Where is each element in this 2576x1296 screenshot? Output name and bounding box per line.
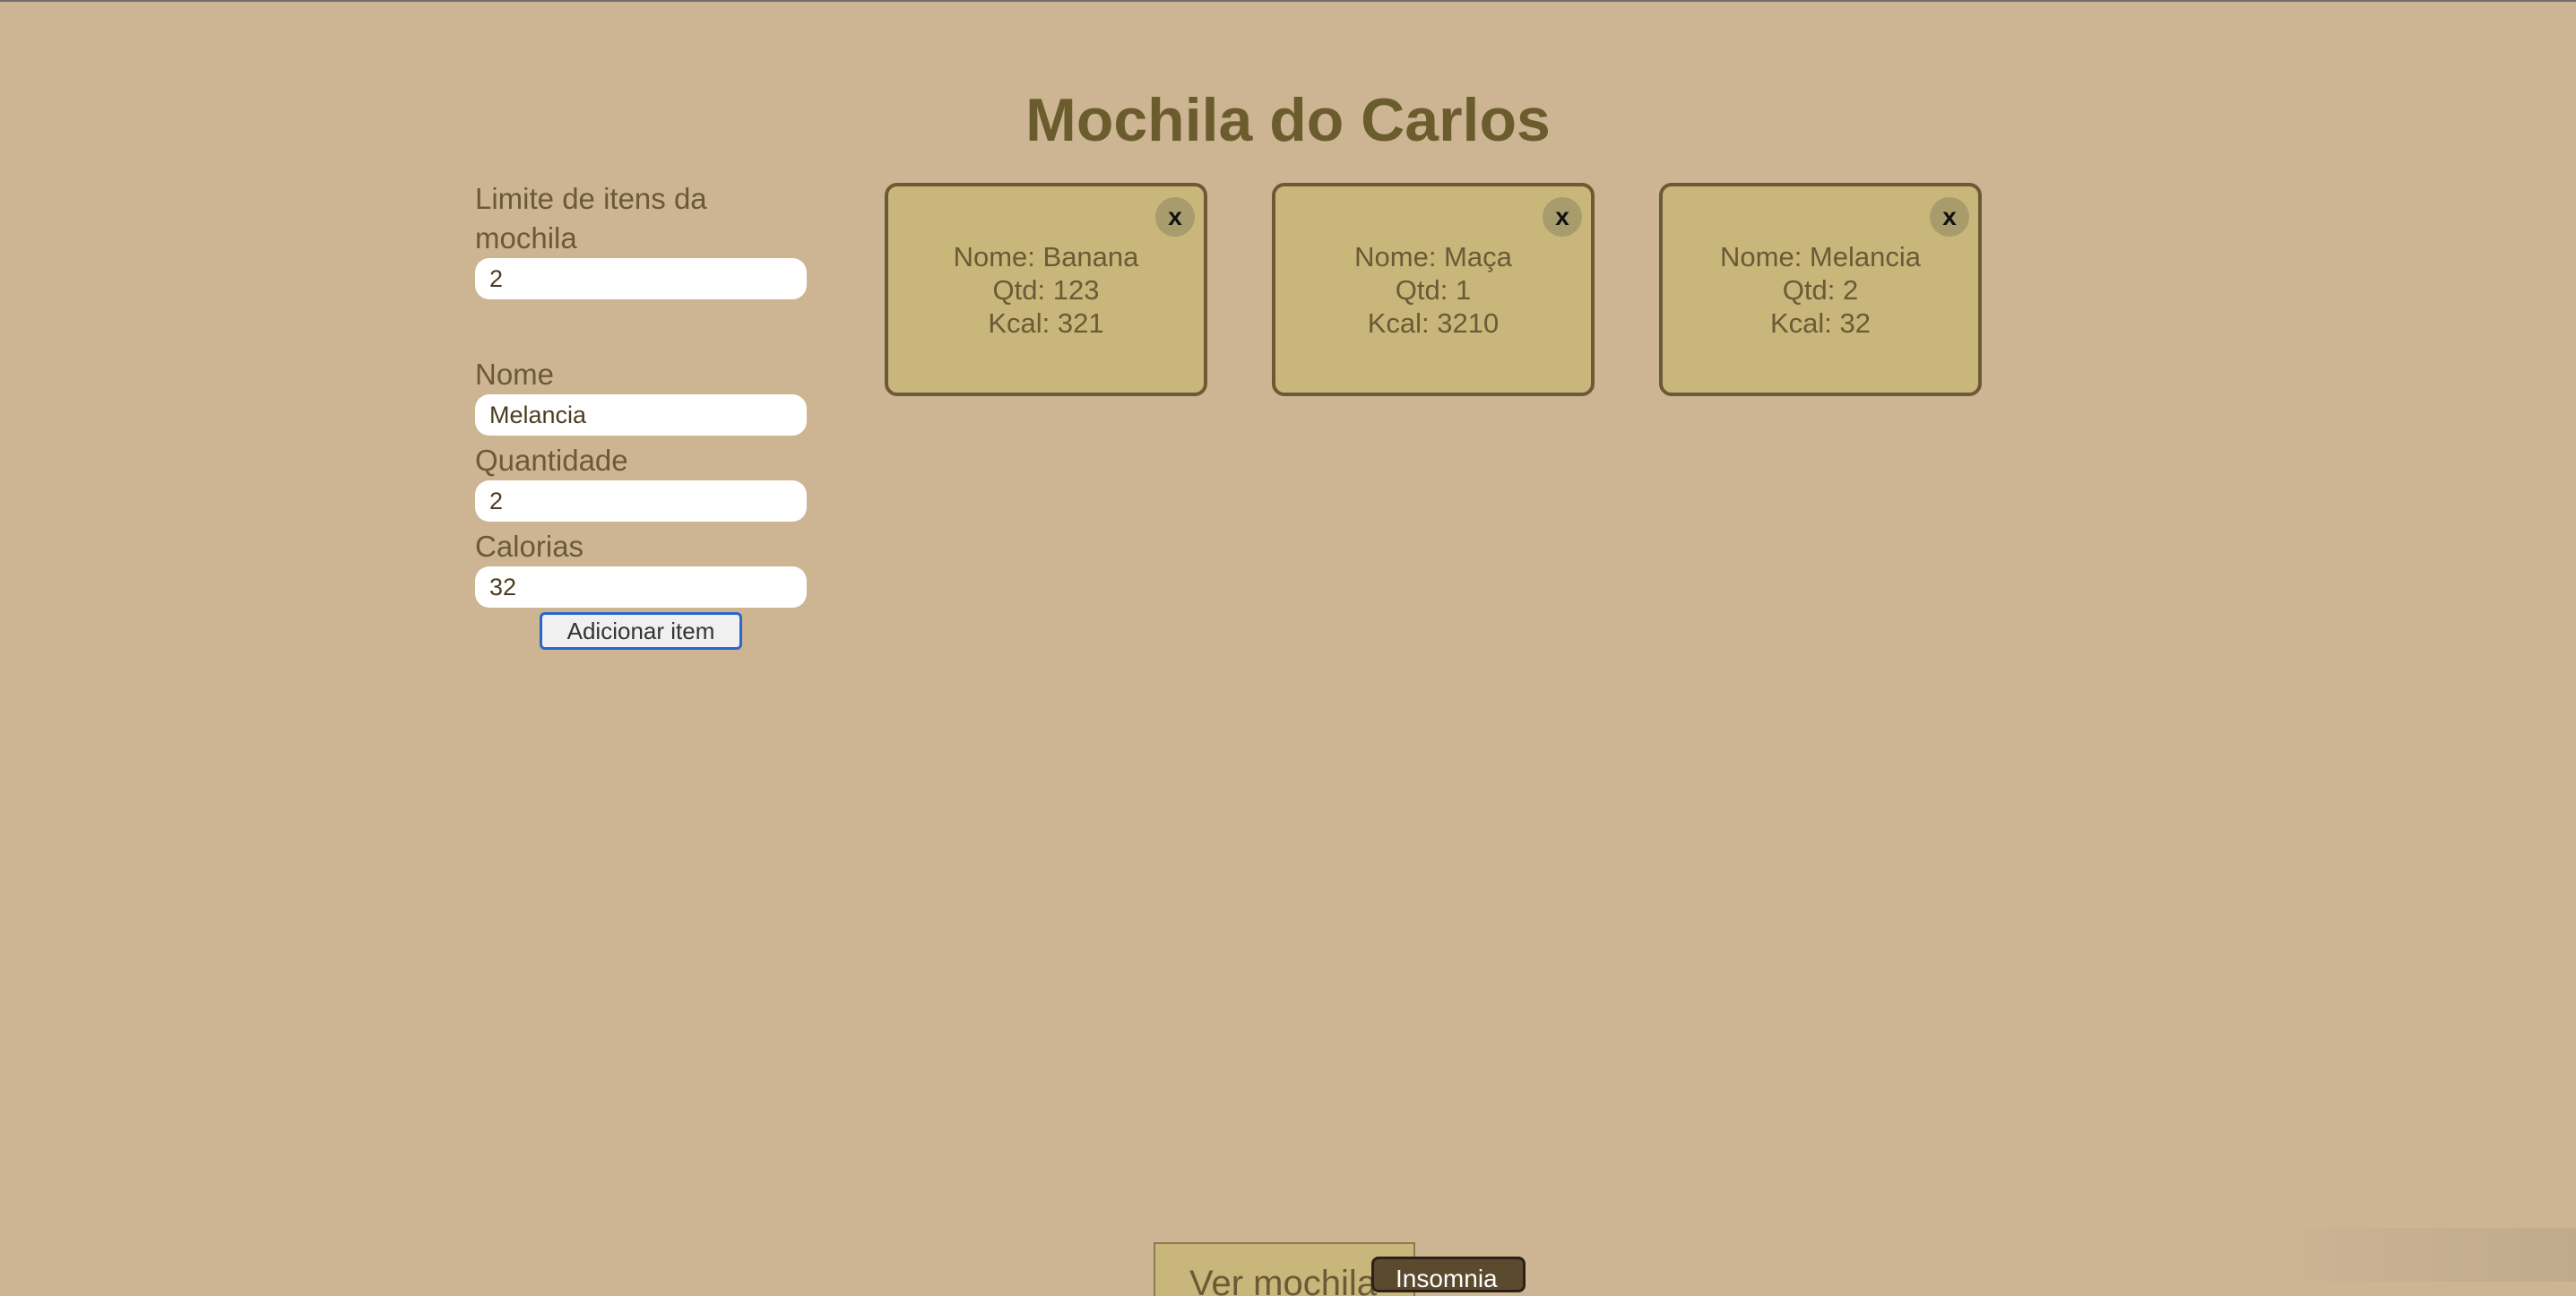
name-label: Nome bbox=[475, 355, 808, 394]
item-card-body: Nome: Melancia Qtd: 2 Kcal: 32 bbox=[1663, 240, 1978, 340]
remove-item-button[interactable]: x bbox=[1543, 197, 1582, 237]
item-name: Nome: Maça bbox=[1275, 240, 1591, 273]
item-card: x Nome: Maça Qtd: 1 Kcal: 3210 bbox=[1272, 183, 1595, 396]
item-name: Nome: Melancia bbox=[1663, 240, 1978, 273]
add-item-button[interactable]: Adicionar item bbox=[540, 612, 742, 650]
calories-field-group: Calorias bbox=[475, 527, 808, 608]
corner-shadow bbox=[2253, 1228, 2576, 1282]
window-top-border bbox=[0, 0, 2576, 2]
quantity-input[interactable] bbox=[475, 480, 807, 522]
calories-label: Calorias bbox=[475, 527, 808, 566]
quantity-label: Quantidade bbox=[475, 441, 808, 480]
item-card: x Nome: Melancia Qtd: 2 Kcal: 32 bbox=[1659, 183, 1982, 396]
item-quantity: Qtd: 2 bbox=[1663, 273, 1978, 307]
item-quantity: Qtd: 1 bbox=[1275, 273, 1591, 307]
item-form: Limite de itens da mochila Nome Quantida… bbox=[475, 179, 808, 613]
calories-input[interactable] bbox=[475, 566, 807, 608]
limit-label: Limite de itens da mochila bbox=[475, 179, 808, 258]
page-title: Mochila do Carlos bbox=[0, 82, 2576, 158]
item-calories: Kcal: 3210 bbox=[1275, 307, 1591, 340]
limit-field-group: Limite de itens da mochila bbox=[475, 179, 808, 299]
name-input[interactable] bbox=[475, 394, 807, 436]
item-calories: Kcal: 32 bbox=[1663, 307, 1978, 340]
item-name: Nome: Banana bbox=[888, 240, 1204, 273]
name-field-group: Nome bbox=[475, 355, 808, 436]
insomnia-button[interactable]: Insomnia bbox=[1371, 1257, 1526, 1292]
item-card-body: Nome: Banana Qtd: 123 Kcal: 321 bbox=[888, 240, 1204, 340]
limit-input[interactable] bbox=[475, 258, 807, 299]
quantity-field-group: Quantidade bbox=[475, 441, 808, 522]
item-quantity: Qtd: 123 bbox=[888, 273, 1204, 307]
item-card: x Nome: Banana Qtd: 123 Kcal: 321 bbox=[885, 183, 1207, 396]
item-card-body: Nome: Maça Qtd: 1 Kcal: 3210 bbox=[1275, 240, 1591, 340]
remove-item-button[interactable]: x bbox=[1155, 197, 1195, 237]
item-calories: Kcal: 321 bbox=[888, 307, 1204, 340]
view-backpack-label: Ver mochila bbox=[1189, 1264, 1377, 1296]
insomnia-label: Insomnia bbox=[1396, 1265, 1498, 1292]
remove-item-button[interactable]: x bbox=[1930, 197, 1969, 237]
